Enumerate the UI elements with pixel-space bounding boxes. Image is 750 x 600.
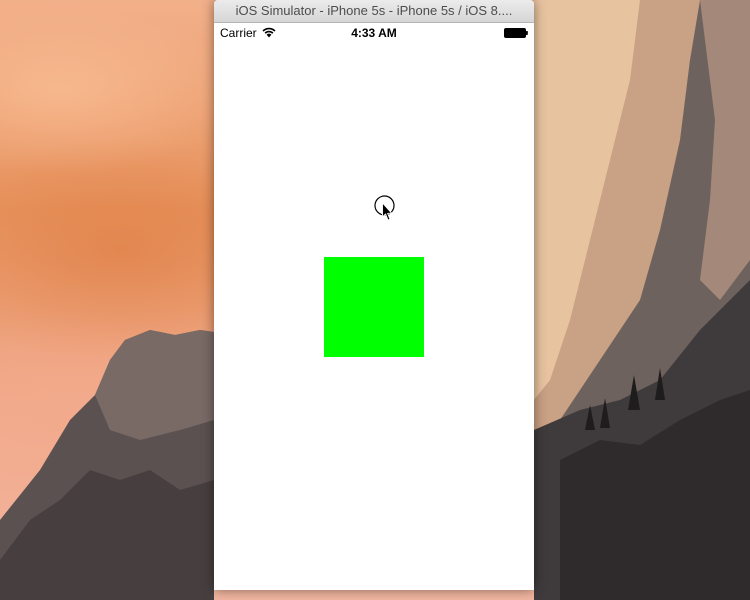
battery-icon [504, 28, 528, 38]
ios-status-bar: Carrier 4:33 AM [214, 23, 534, 43]
window-title[interactable]: iOS Simulator - iPhone 5s - iPhone 5s / … [214, 0, 534, 23]
app-screen[interactable] [214, 43, 534, 590]
ios-simulator-window[interactable]: iOS Simulator - iPhone 5s - iPhone 5s / … [214, 0, 534, 590]
status-time: 4:33 AM [351, 26, 397, 40]
touch-cursor-icon [374, 195, 395, 221]
green-square-view[interactable] [324, 257, 424, 357]
